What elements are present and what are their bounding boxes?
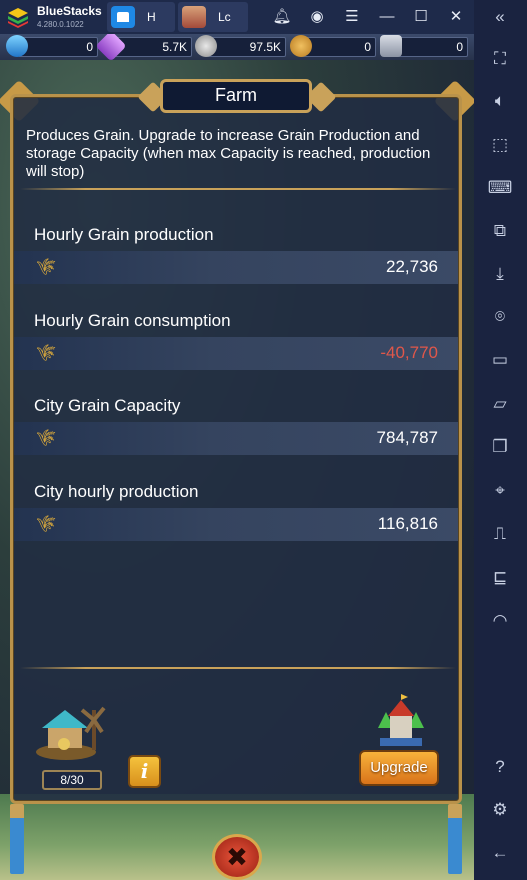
stat-value: 22,736 bbox=[386, 257, 438, 276]
tab-home[interactable]: H bbox=[107, 2, 175, 32]
user-icon[interactable]: ◉ bbox=[306, 6, 328, 28]
bluestacks-window: BlueStacks 4.280.0.1022 H Lc 🔔︎ ◉ ☰ — ☐ … bbox=[0, 0, 527, 880]
stat-row: 🌾︎ -40,770 bbox=[14, 337, 458, 370]
stat-row: 🌾︎ 22,736 bbox=[14, 251, 458, 284]
grain-icon: 🌾︎ bbox=[36, 259, 57, 276]
grain-icon: 🌾︎ bbox=[36, 345, 57, 362]
stat-value: 784,787 bbox=[376, 428, 438, 447]
home-app-icon bbox=[111, 6, 135, 28]
badge-icon bbox=[290, 35, 312, 57]
panel-title: Farm bbox=[160, 79, 312, 113]
stat-label: City Grain Capacity bbox=[34, 396, 181, 415]
bell-icon[interactable]: 🔔︎ bbox=[271, 6, 293, 28]
stat-value: -40,770 bbox=[380, 343, 438, 362]
help-icon[interactable]: ? bbox=[487, 754, 513, 780]
keyboard-icon[interactable]: ⌨ bbox=[487, 175, 513, 201]
tassel-ornament-icon bbox=[448, 804, 462, 874]
close-icon[interactable]: ✕ bbox=[445, 6, 467, 28]
info-button[interactable]: i bbox=[128, 755, 161, 788]
tassel-ornament-icon bbox=[10, 804, 24, 874]
bluestacks-logo-icon bbox=[8, 8, 28, 28]
shield-icon bbox=[380, 35, 402, 57]
stat-row: 🌾︎ 116,816 bbox=[14, 508, 458, 541]
install-apk-icon[interactable]: ⤓ bbox=[487, 261, 513, 287]
tab-game-label: Lc bbox=[218, 10, 231, 24]
collapse-sidebar-icon[interactable]: « bbox=[487, 4, 513, 30]
building-level-badge: 8/30 bbox=[42, 770, 102, 790]
stat-value: 116,816 bbox=[377, 514, 438, 533]
grain-icon: 🌾︎ bbox=[36, 430, 57, 447]
resource-bar: 0 5.7K 97.5K 0 0 bbox=[0, 34, 474, 62]
game-app-icon bbox=[182, 6, 206, 28]
tab-home-label: H bbox=[147, 10, 156, 24]
divider bbox=[20, 188, 456, 190]
title-bar: BlueStacks 4.280.0.1022 H Lc 🔔︎ ◉ ☰ — ☐ … bbox=[0, 0, 527, 34]
tab-game[interactable]: Lc bbox=[178, 2, 248, 32]
camera-icon[interactable]: ⌾ bbox=[487, 304, 513, 330]
menu-icon[interactable]: ☰ bbox=[341, 6, 363, 28]
shake-icon[interactable]: ⎍ bbox=[487, 521, 513, 547]
upgrade-button[interactable]: Upgrade bbox=[359, 750, 439, 786]
eco-mode-icon[interactable]: ⊑ bbox=[487, 565, 513, 591]
building-description: Produces Grain. Upgrade to increase Grai… bbox=[26, 127, 431, 180]
fullscreen-icon[interactable]: ⛶ bbox=[487, 46, 513, 72]
upgrade-building-icon bbox=[378, 694, 424, 746]
game-viewport: 0 5.7K 97.5K 0 0 Farm Produces Grain. Up… bbox=[0, 34, 474, 880]
stat-label: Hourly Grain production bbox=[34, 225, 214, 244]
stat-label: Hourly Grain consumption bbox=[34, 311, 231, 330]
screenshot-icon[interactable]: ⧉ bbox=[487, 218, 513, 244]
minimize-icon[interactable]: — bbox=[376, 6, 398, 28]
divider bbox=[20, 667, 456, 669]
stat-label: City hourly production bbox=[34, 482, 199, 501]
stat-row: 🌾︎ 784,787 bbox=[14, 422, 458, 455]
location-icon[interactable]: ⌖ bbox=[487, 478, 513, 504]
macro-icon[interactable]: ◠ bbox=[487, 608, 513, 634]
app-name: BlueStacks bbox=[37, 4, 102, 18]
pointer-icon[interactable]: ⬚ bbox=[487, 132, 513, 158]
record-icon[interactable]: ▭ bbox=[487, 347, 513, 373]
folder-icon[interactable]: ▱ bbox=[487, 391, 513, 417]
silver-coin-icon bbox=[195, 35, 217, 57]
app-version: 4.280.0.1022 bbox=[37, 20, 84, 29]
resource-silver-value: 97.5K bbox=[206, 37, 286, 57]
maximize-icon[interactable]: ☐ bbox=[410, 6, 432, 28]
settings-icon[interactable]: ⚙ bbox=[487, 797, 513, 823]
grain-icon: 🌾︎ bbox=[36, 516, 57, 533]
gem-icon bbox=[6, 35, 28, 57]
close-panel-button[interactable]: ✖ bbox=[212, 834, 262, 880]
volume-icon[interactable]: 🔈︎ bbox=[487, 88, 513, 114]
multi-instance-icon[interactable]: ❐ bbox=[487, 434, 513, 460]
right-sidebar: « ⛶ 🔈︎ ⬚ ⌨ ⧉ ⤓ ⌾ ▭ ▱ ❐ ⌖ ⎍ ⊑ ◠ ? ⚙ ← bbox=[474, 0, 527, 880]
back-icon[interactable]: ← bbox=[487, 840, 513, 866]
farm-building-icon bbox=[36, 706, 106, 760]
resource-gems-value: 0 bbox=[18, 37, 98, 57]
